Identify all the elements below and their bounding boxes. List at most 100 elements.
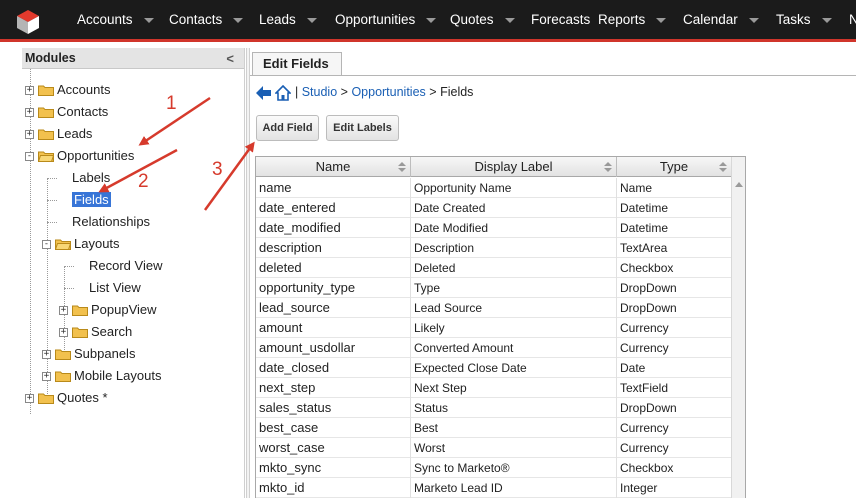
tree-item-mobile-layouts[interactable]: Mobile Layouts (74, 366, 161, 386)
tree-branch-line (47, 178, 57, 179)
tree-item-subpanels[interactable]: Subpanels (74, 344, 135, 364)
display-label-cell: Sync to Marketo® (411, 458, 617, 478)
nav-item-n[interactable]: N (849, 0, 856, 40)
table-row[interactable]: date_closed Expected Close Date Date (256, 358, 732, 378)
expand-accounts-icon[interactable]: + (25, 86, 34, 95)
expand-quotes-icon[interactable]: + (25, 394, 34, 403)
back-arrow-icon[interactable] (256, 85, 272, 100)
tree-item-contacts[interactable]: Contacts (57, 102, 108, 122)
folder-icon (38, 107, 54, 118)
field-name-cell: amount_usdollar (256, 338, 411, 358)
table-row[interactable]: amount Likely Currency (256, 318, 732, 338)
tree-item-layouts[interactable]: Layouts (74, 234, 120, 254)
expand-contacts-icon[interactable]: + (25, 108, 34, 117)
collapse-layouts-icon[interactable]: - (42, 240, 51, 249)
table-row[interactable]: deleted Deleted Checkbox (256, 258, 732, 278)
expand-popupview-icon[interactable]: + (59, 306, 68, 315)
collapse-panel-icon[interactable]: < (226, 48, 234, 69)
folder-icon (38, 129, 54, 140)
panel-splitter[interactable] (246, 48, 250, 498)
chevron-down-icon[interactable] (426, 17, 437, 23)
home-icon[interactable] (275, 84, 292, 101)
tree-item-accounts[interactable]: Accounts (57, 80, 110, 100)
folder-icon (72, 305, 88, 316)
edit-labels-button[interactable]: Edit Labels (326, 115, 399, 141)
tree-item-opportunities[interactable]: Opportunities (57, 146, 134, 166)
field-type-cell: Currency (617, 338, 732, 358)
field-type-cell: Name (617, 178, 732, 198)
nav-item-calendar[interactable]: Calendar (683, 0, 759, 40)
add-field-button[interactable]: Add Field (256, 115, 319, 141)
table-row[interactable]: best_case Best Currency (256, 418, 732, 438)
tree-item-popupview[interactable]: PopupView (91, 300, 157, 320)
display-label-cell: Type (411, 278, 617, 298)
nav-item-reports[interactable]: Reports (598, 0, 667, 40)
field-type-cell: Checkbox (617, 458, 732, 478)
breadcrumb-module-link[interactable]: Opportunities (351, 85, 425, 99)
tree-item-label: Relationships (72, 214, 151, 229)
nav-item-forecasts[interactable]: Forecasts (531, 0, 590, 40)
tree-item-labels[interactable]: Labels (72, 168, 110, 188)
tree-item-label: Labels (72, 170, 111, 185)
table-row[interactable]: worst_case Worst Currency (256, 438, 732, 458)
breadcrumb-studio-link[interactable]: Studio (302, 85, 337, 99)
nav-item-contacts[interactable]: Contacts (169, 0, 244, 40)
expand-subpanels-icon[interactable]: + (42, 350, 51, 359)
tree-item-relationships[interactable]: Relationships (72, 212, 150, 232)
column-header-name[interactable]: Name (256, 157, 411, 177)
field-type-cell: TextArea (617, 238, 732, 258)
nav-item-quotes[interactable]: Quotes (450, 0, 515, 40)
table-row[interactable]: date_entered Date Created Datetime (256, 198, 732, 218)
chevron-down-icon[interactable] (504, 17, 515, 23)
display-label-cell: Date Modified (411, 218, 617, 238)
table-row[interactable]: date_modified Date Modified Datetime (256, 218, 732, 238)
tab-edit-fields[interactable]: Edit Fields (252, 52, 342, 76)
display-label-cell: Converted Amount (411, 338, 617, 358)
tree-item-leads[interactable]: Leads (57, 124, 92, 144)
tree-branch-line (47, 200, 57, 201)
chevron-down-icon[interactable] (656, 17, 667, 23)
field-type-cell: Checkbox (617, 258, 732, 278)
expand-mobile-layouts-icon[interactable]: + (42, 372, 51, 381)
modules-panel: Modules < + Accounts + Contacts + Leads - Oppor… (22, 48, 245, 498)
column-header-display-label[interactable]: Display Label (411, 157, 617, 177)
table-row[interactable]: opportunity_type Type DropDown (256, 278, 732, 298)
collapse-opportunities-icon[interactable]: - (25, 152, 34, 161)
table-row[interactable]: mkto_sync Sync to Marketo® Checkbox (256, 458, 732, 478)
table-row[interactable]: lead_source Lead Source DropDown (256, 298, 732, 318)
chevron-down-icon[interactable] (306, 17, 317, 23)
tree-item-label: Quotes * (57, 390, 108, 405)
nav-item-opportunities[interactable]: Opportunities (335, 0, 437, 40)
table-row[interactable]: name Opportunity Name Name (256, 178, 732, 198)
nav-item-label: Opportunities (335, 12, 416, 27)
grid-scrollbar[interactable] (731, 157, 745, 498)
column-header-type[interactable]: Type (617, 157, 732, 177)
table-row[interactable]: sales_status Status DropDown (256, 398, 732, 418)
nav-item-leads[interactable]: Leads (259, 0, 317, 40)
chevron-down-icon[interactable] (233, 17, 244, 23)
table-row[interactable]: mkto_id Marketo Lead ID Integer (256, 478, 732, 498)
chevron-down-icon[interactable] (821, 17, 832, 23)
expand-search-icon[interactable]: + (59, 328, 68, 337)
table-row[interactable]: amount_usdollar Converted Amount Currency (256, 338, 732, 358)
chevron-down-icon[interactable] (748, 17, 759, 23)
tree-item-list-view[interactable]: List View (89, 278, 141, 298)
tree-item-fields[interactable]: Fields (72, 190, 111, 210)
scroll-up-icon[interactable] (735, 182, 743, 187)
table-row[interactable]: description Description TextArea (256, 238, 732, 258)
nav-item-accounts[interactable]: Accounts (77, 0, 154, 40)
chevron-down-icon[interactable] (143, 17, 154, 23)
column-header-label: Display Label (474, 159, 553, 174)
annotation-number-3: 3 (212, 159, 223, 180)
tree-item-search[interactable]: Search (91, 322, 132, 342)
nav-item-tasks[interactable]: Tasks (776, 0, 832, 40)
nav-item-label: Quotes (450, 12, 494, 27)
expand-leads-icon[interactable]: + (25, 130, 34, 139)
field-type-cell: DropDown (617, 298, 732, 318)
folder-open-icon (55, 239, 71, 250)
breadcrumb-arrow: > (340, 85, 348, 99)
tree-item-record-view[interactable]: Record View (89, 256, 162, 276)
table-row[interactable]: next_step Next Step TextField (256, 378, 732, 398)
tree-item-quotes[interactable]: Quotes * (57, 388, 108, 408)
cube-logo-icon[interactable] (14, 8, 42, 36)
